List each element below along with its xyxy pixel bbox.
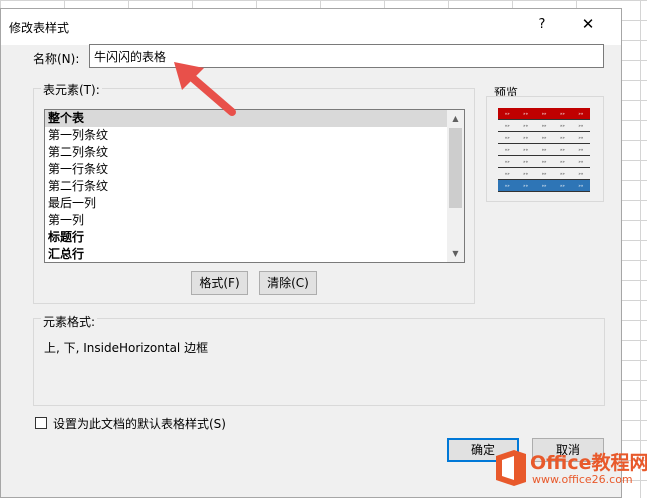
watermark: Office教程网 www.office26.com (488, 448, 647, 494)
preview-header-row: »»»»»»»»»» (498, 108, 590, 120)
preview-row: »»»»»»»»»» (498, 144, 590, 156)
preview-row: »»»»»»»»»» (498, 132, 590, 144)
scroll-thumb[interactable] (449, 128, 462, 208)
preview-row: »»»»»»»»»» (498, 168, 590, 180)
element-format-label: 元素格式: (41, 313, 98, 330)
watermark-brand: Office教程网 (530, 452, 647, 474)
preview-row: »»»»»»»»»» (498, 120, 590, 132)
list-item[interactable]: 第一列 (45, 212, 464, 229)
list-item[interactable]: 整个表 (45, 110, 464, 127)
default-style-checkbox[interactable] (35, 417, 47, 429)
list-item[interactable]: 标题行 (45, 229, 464, 246)
list-scrollbar[interactable]: ▲ ▼ (447, 110, 464, 262)
list-item[interactable]: 第一列条纹 (45, 127, 464, 144)
list-item[interactable]: 第二行条纹 (45, 178, 464, 195)
preview-total-row: »»»»»»»»»» (498, 180, 590, 192)
list-item[interactable]: 最后一列 (45, 195, 464, 212)
name-label: 名称(N): (33, 52, 80, 66)
format-button[interactable]: 格式(F) (191, 271, 248, 295)
element-format-group (33, 318, 605, 406)
watermark-url: www.office26.com (532, 473, 633, 486)
close-button[interactable]: ✕ (573, 15, 603, 39)
default-style-checkbox-label[interactable]: 设置为此文档的默认表格样式(S) (53, 415, 226, 432)
dialog-title: 修改表样式 (9, 21, 70, 35)
help-button[interactable]: ? (531, 17, 553, 37)
scroll-up-icon[interactable]: ▲ (447, 110, 464, 127)
name-input[interactable] (89, 44, 604, 68)
title-bar: 修改表样式 ? ✕ (1, 9, 621, 45)
annotation-arrow-icon (174, 62, 236, 116)
list-item[interactable]: 第二列条纹 (45, 144, 464, 161)
table-elements-list[interactable]: 整个表 第一列条纹 第二列条纹 第一行条纹 第二行条纹 最后一列 第一列 标题行 汇总行 ▲ ▼ (44, 109, 465, 263)
list-item[interactable]: 第一行条纹 (45, 161, 464, 178)
clear-button[interactable]: 清除(C) (259, 271, 317, 295)
scroll-down-icon[interactable]: ▼ (447, 245, 464, 262)
preview-table: »»»»»»»»»» »»»»»»»»»» »»»»»»»»»» »»»»»»»… (498, 108, 590, 192)
table-elements-label: 表元素(T): (41, 81, 102, 98)
preview-row: »»»»»»»»»» (498, 156, 590, 168)
list-item[interactable]: 汇总行 (45, 246, 464, 262)
office-logo-icon (496, 450, 526, 486)
element-format-description: 上, 下, InsideHorizontal 边框 (44, 341, 209, 355)
